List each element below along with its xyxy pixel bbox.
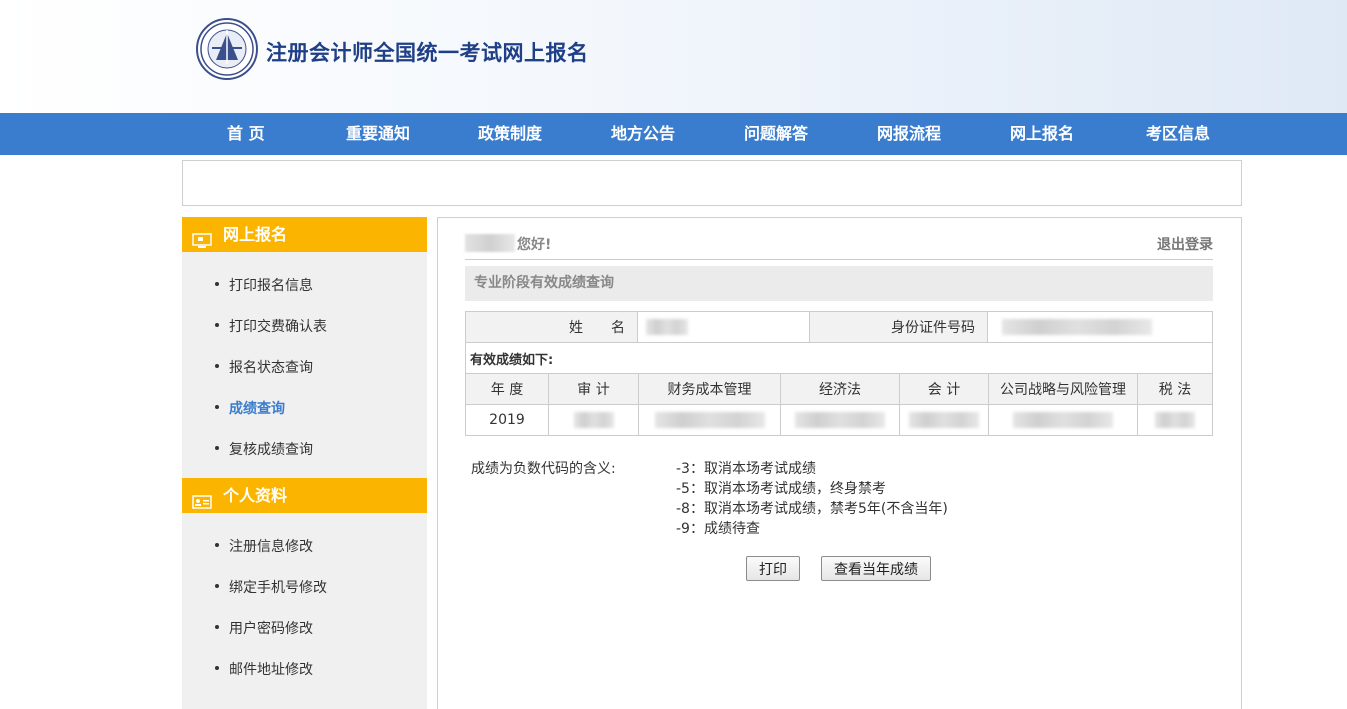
nav-online-registration[interactable]: 网上报名 xyxy=(1010,113,1074,155)
sidebar-item-edit-registration[interactable]: 注册信息修改 xyxy=(215,536,313,556)
sidebar-item-label: 用户密码修改 xyxy=(229,621,313,637)
id-card-icon xyxy=(192,487,212,509)
nav-notices[interactable]: 重要通知 xyxy=(346,113,410,155)
print-button[interactable]: 打印 xyxy=(746,556,800,581)
name-label: 姓 名 xyxy=(465,311,638,343)
sidebar-item-print-payment[interactable]: 打印交费确认表 xyxy=(215,316,327,336)
sidebar-item-edit-phone[interactable]: 绑定手机号修改 xyxy=(215,577,327,597)
section-title: 专业阶段有效成绩查询 xyxy=(465,266,1213,301)
sidebar-item-print-registration[interactable]: 打印报名信息 xyxy=(215,275,313,295)
table-row: 2019 xyxy=(465,404,1213,436)
score-year: 2019 xyxy=(465,404,549,436)
bullet-icon xyxy=(215,625,219,629)
sidebar-item-score-query[interactable]: 成绩查询 xyxy=(215,398,285,418)
sidebar-section-title: 网上报名 xyxy=(223,225,288,244)
score-economic-law xyxy=(780,404,900,436)
scores-table: 有效成绩如下: 年 度 审 计 财务成本管理 经济法 会 计 公司战略与风险管理… xyxy=(465,342,1213,436)
redacted-score xyxy=(654,412,765,428)
bullet-icon xyxy=(215,446,219,450)
sidebar-item-score-review[interactable]: 复核成绩查询 xyxy=(215,439,313,459)
sidebar: 网上报名 打印报名信息 打印交费确认表 报名状态查询 成绩查询 复核成绩查询 个… xyxy=(182,217,427,709)
score-accounting xyxy=(899,404,989,436)
sidebar-item-edit-email[interactable]: 邮件地址修改 xyxy=(215,659,313,679)
legend-line: -5：取消本场考试成绩，终身禁考 xyxy=(676,481,886,497)
nav-registration-process[interactable]: 网报流程 xyxy=(877,113,941,155)
score-header-strategy-risk: 公司战略与风险管理 xyxy=(988,373,1138,405)
id-number-value xyxy=(987,311,1213,343)
greeting-text: 您好! xyxy=(517,237,552,253)
bullet-icon xyxy=(215,584,219,588)
score-audit xyxy=(548,404,639,436)
redacted-score xyxy=(795,412,885,428)
sidebar-item-label: 报名状态查询 xyxy=(229,360,313,376)
score-header-accounting: 会 计 xyxy=(899,373,989,405)
redacted-score xyxy=(1155,412,1195,428)
sidebar-item-label: 成绩查询 xyxy=(229,401,285,417)
view-current-year-scores-button[interactable]: 查看当年成绩 xyxy=(821,556,931,581)
redacted-score xyxy=(1013,412,1113,428)
id-number-label: 身份证件号码 xyxy=(809,311,988,343)
negative-code-legend-label: 成绩为负数代码的含义: xyxy=(471,461,616,477)
score-strategy-risk xyxy=(988,404,1138,436)
bullet-icon xyxy=(215,364,219,368)
sidebar-item-label: 打印交费确认表 xyxy=(229,319,327,335)
bullet-icon xyxy=(215,405,219,409)
personal-info-table: 姓 名 身份证件号码 xyxy=(465,311,1213,343)
sidebar-section-profile: 个人资料 xyxy=(182,478,427,513)
greeting-row: 您好! 退出登录 xyxy=(465,234,1213,260)
sidebar-item-label: 复核成绩查询 xyxy=(229,442,313,458)
sidebar-item-label: 打印报名信息 xyxy=(229,278,313,294)
nav-home[interactable]: 首 页 xyxy=(227,113,265,155)
redacted-id-number xyxy=(1002,319,1152,335)
logout-link[interactable]: 退出登录 xyxy=(1157,234,1213,254)
site-title: 注册会计师全国统一考试网上报名 xyxy=(266,41,589,65)
score-header-audit: 审 计 xyxy=(548,373,639,405)
legend-line: -9：成绩待查 xyxy=(676,521,760,537)
sidebar-item-registration-status[interactable]: 报名状态查询 xyxy=(215,357,313,377)
bullet-icon xyxy=(215,282,219,286)
nav-exam-area-info[interactable]: 考区信息 xyxy=(1146,113,1210,155)
redacted-score xyxy=(573,412,614,428)
sidebar-section-title: 个人资料 xyxy=(223,486,288,505)
sidebar-item-label: 注册信息修改 xyxy=(229,539,313,555)
score-header-economic-law: 经济法 xyxy=(780,373,900,405)
main-nav: 首 页 重要通知 政策制度 地方公告 问题解答 网报流程 网上报名 考区信息 xyxy=(0,113,1347,155)
bullet-icon xyxy=(215,323,219,327)
score-header-year: 年 度 xyxy=(465,373,549,405)
monitor-icon xyxy=(192,226,212,248)
score-header-tax-law: 税 法 xyxy=(1137,373,1213,405)
scores-caption: 有效成绩如下: xyxy=(465,342,1213,374)
legend-line: -8：取消本场考试成绩，禁考5年(不含当年) xyxy=(676,501,948,517)
bullet-icon xyxy=(215,543,219,547)
redacted-score xyxy=(909,412,979,428)
nav-local-announcements[interactable]: 地方公告 xyxy=(611,113,675,155)
main-panel: 您好! 退出登录 专业阶段有效成绩查询 姓 名 身份证件号码 有效成绩如下: 年… xyxy=(437,217,1242,709)
nav-policies[interactable]: 政策制度 xyxy=(478,113,542,155)
sidebar-section-registration: 网上报名 xyxy=(182,217,427,252)
score-header-financial-cost-management: 财务成本管理 xyxy=(638,373,781,405)
site-header: 注册会计师全国统一考试网上报名 xyxy=(0,0,1347,113)
bullet-icon xyxy=(215,666,219,670)
sidebar-item-label: 邮件地址修改 xyxy=(229,662,313,678)
score-tax-law xyxy=(1137,404,1213,436)
sidebar-item-label: 绑定手机号修改 xyxy=(229,580,327,596)
redacted-username xyxy=(465,234,515,252)
score-financial-cost-management xyxy=(638,404,781,436)
nav-faq[interactable]: 问题解答 xyxy=(744,113,808,155)
banner-box xyxy=(182,160,1242,206)
redacted-name xyxy=(646,319,688,335)
legend-line: -3：取消本场考试成绩 xyxy=(676,461,816,477)
sidebar-item-edit-password[interactable]: 用户密码修改 xyxy=(215,618,313,638)
cicpa-logo xyxy=(196,18,258,80)
name-value xyxy=(637,311,810,343)
